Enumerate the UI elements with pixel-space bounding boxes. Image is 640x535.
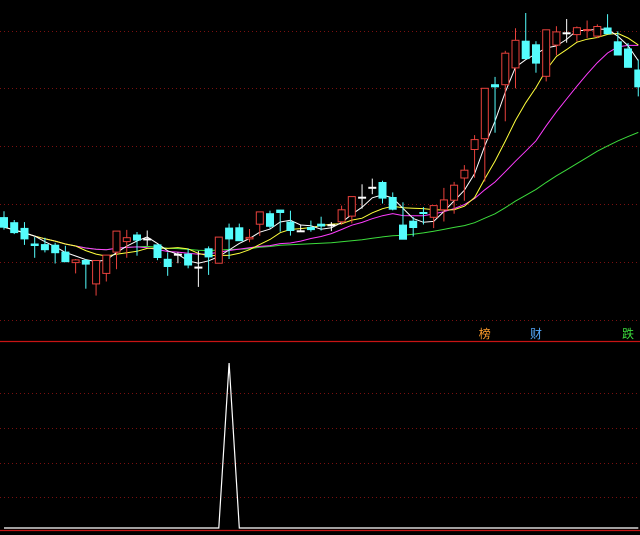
candle-body xyxy=(572,27,581,36)
candle-body xyxy=(133,234,141,241)
candle-body xyxy=(450,184,459,201)
candle-body xyxy=(0,217,8,228)
candle-body xyxy=(634,69,640,88)
candle-body xyxy=(286,221,295,232)
candle-body xyxy=(112,230,121,253)
candle-body xyxy=(30,243,39,246)
candle-body xyxy=(613,41,622,56)
candle-body xyxy=(143,238,152,241)
candle-body xyxy=(532,44,540,64)
candle-body xyxy=(429,205,438,218)
candle-body xyxy=(470,139,479,151)
candle-body xyxy=(245,236,254,240)
candle-body xyxy=(184,253,193,266)
candle-body xyxy=(347,196,356,217)
candle-body xyxy=(521,40,530,60)
candle-body xyxy=(51,244,60,254)
candle-body xyxy=(214,236,223,264)
candle-body xyxy=(542,29,551,77)
candle-body xyxy=(173,253,182,256)
candle-body xyxy=(10,222,19,234)
candle-body xyxy=(235,227,244,242)
candle-body xyxy=(583,29,592,31)
candle-body xyxy=(593,26,602,37)
candle-body xyxy=(603,27,612,35)
candle-body xyxy=(439,199,448,211)
candle xyxy=(153,244,162,261)
candle-body xyxy=(255,211,264,225)
candle xyxy=(542,29,551,82)
candle-body xyxy=(368,186,377,189)
candle xyxy=(266,210,274,229)
candle-body xyxy=(276,209,285,214)
candle-body xyxy=(296,230,305,233)
candle-body xyxy=(337,209,346,223)
candle xyxy=(214,236,223,264)
candle-body xyxy=(92,260,101,285)
candle-body xyxy=(71,259,80,264)
candle-body xyxy=(388,197,397,210)
candle-body xyxy=(225,227,234,240)
candle-body xyxy=(552,31,561,46)
marker-tag: 榜 xyxy=(479,326,491,341)
candle-body xyxy=(163,258,172,267)
candle-body xyxy=(40,244,49,251)
candle-body xyxy=(122,237,131,243)
candle-body xyxy=(501,52,510,86)
candle xyxy=(593,24,602,39)
candle-body xyxy=(491,84,499,88)
candle-body xyxy=(562,32,571,35)
candle-body xyxy=(399,224,407,240)
candle-body xyxy=(624,48,632,68)
candle-body xyxy=(266,213,274,227)
candle-body xyxy=(327,224,336,227)
candle-body xyxy=(204,248,213,258)
marker-tag: 跌 xyxy=(622,326,634,341)
candle-body xyxy=(409,220,418,228)
candle-body xyxy=(61,251,70,263)
candle-body xyxy=(81,260,90,265)
candle-body xyxy=(306,227,315,231)
candle-body xyxy=(358,196,367,199)
candle-body xyxy=(194,266,203,269)
candle-body xyxy=(511,39,520,69)
candle-body xyxy=(153,244,162,258)
candle-body xyxy=(419,212,428,214)
candle-body xyxy=(480,87,489,140)
marker-tag: 财 xyxy=(530,327,542,341)
candle-body xyxy=(378,182,387,199)
candle-body xyxy=(460,169,469,179)
candle-body xyxy=(317,223,326,227)
candle-body xyxy=(20,227,29,240)
stock-chart: 榜财跌 xyxy=(0,0,640,535)
candle-body xyxy=(102,254,111,274)
